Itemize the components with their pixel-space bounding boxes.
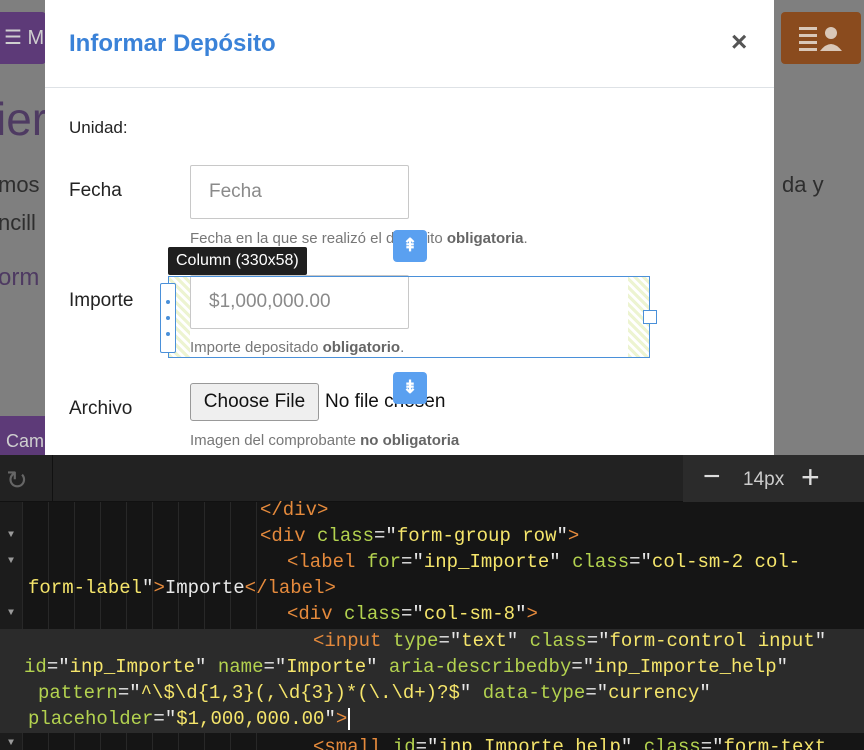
zoom-in-button[interactable]: + [801,459,820,496]
page-heading: ier [0,93,48,145]
archivo-help: Imagen del comprobante no obligatoria [190,432,460,449]
refresh-icon[interactable]: ↻ [6,465,28,496]
importe-input[interactable] [190,275,409,329]
fold-arrow-icon[interactable]: ▼ [8,608,14,619]
fecha-input[interactable] [190,165,409,219]
modal-title: Informar Depósito [69,30,276,57]
text-caret [348,707,351,730]
close-icon[interactable]: × [731,26,747,58]
unidad-label: Unidad: [69,118,128,137]
user-menu-button[interactable] [781,12,861,64]
fold-arrow-icon[interactable]: ▼ [8,530,14,541]
fecha-label: Fecha [69,180,122,201]
code-line: form-label">Importe</label> [28,577,336,599]
fecha-help: Fecha en la que se realizó el depósito o… [190,230,528,247]
code-line: <label for="inp_Importe" class="col-sm-2… [287,551,801,573]
archivo-label: Archivo [69,398,133,419]
font-size-control: − 14px + [683,455,864,502]
code-line: placeholder="$1,000,000.00"> [28,706,351,732]
fold-arrow-icon[interactable]: ▼ [8,738,14,749]
drag-handle-icon[interactable] [160,283,176,353]
code-line: <input type="text" class="form-control i… [313,630,827,652]
resize-handle[interactable] [643,310,657,324]
code-line: </div> [260,499,329,521]
page-text: da y [782,172,824,197]
code-line: <div class="col-sm-8"> [287,603,538,625]
user-list-icon [799,27,842,51]
menu-button[interactable]: ☰ M [0,12,46,64]
page-text: mos [0,172,40,197]
file-status: No file chosen [325,391,446,412]
code-editor-panel: ↻ − 14px + ▼ ▼ ▼ ▼ </div> <div class="fo… [0,455,864,750]
toolbar-divider [52,455,53,502]
move-down-icon[interactable]: ⇟ [393,372,427,404]
page-text: ncill [0,210,36,235]
fold-arrow-icon[interactable]: ▼ [8,556,14,567]
page-link[interactable]: orm [0,264,39,292]
code-line: id="inp_Importe" name="Importe" aria-des… [24,656,789,678]
importe-help: Importe depositado obligatorio. [190,339,405,356]
editor-toolbar: ↻ − 14px + [0,455,864,502]
modal-header: Informar Depósito × [45,0,774,88]
importe-label: Importe [69,290,134,311]
move-up-icon[interactable]: ⇞ [393,230,427,262]
code-line: <small id="inp_Importe_help" class="form… [313,736,827,750]
font-size-value: 14px [743,469,785,490]
element-size-tooltip: Column (330x58) [168,247,307,275]
code-line: <div class="form-group row"> [260,525,580,547]
code-line: pattern="^\$\d{1,3}(,\d{3})*(\.\d+)?$" d… [38,682,711,704]
camera-button[interactable]: Cam [0,416,46,455]
zoom-out-button[interactable]: − [703,460,721,494]
choose-file-button[interactable]: Choose File [190,383,319,421]
